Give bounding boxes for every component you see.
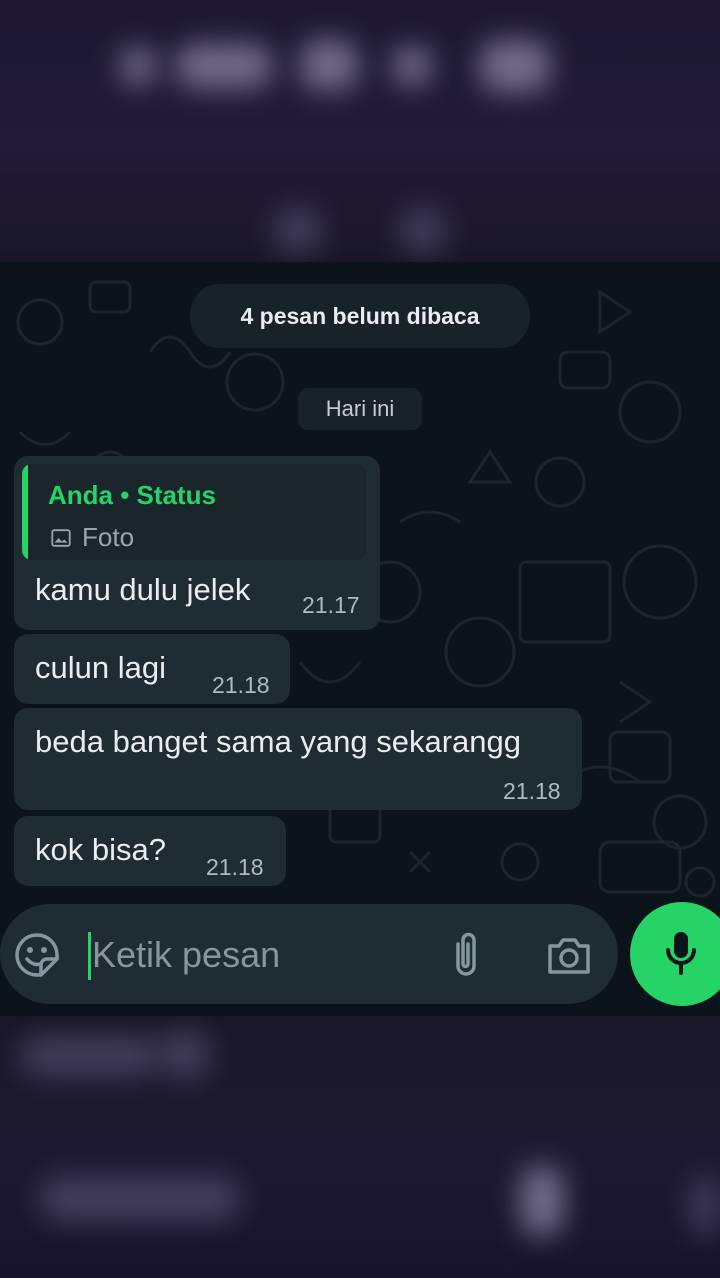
quote-title: Anda • Status	[48, 480, 217, 510]
date-chip-label: Hari ini	[325, 396, 395, 421]
message-bubble[interactable]: beda banget sama yang sekarangg 21.18	[14, 708, 582, 810]
blur-shape	[40, 1176, 240, 1222]
attach-icon[interactable]	[448, 930, 484, 980]
message-bubble[interactable]: culun lagi 21.18	[14, 634, 290, 704]
message-bubble[interactable]: Anda • Status Foto kamu dulu jelek 21.17	[14, 456, 380, 630]
message-bubble[interactable]: kok bisa? 21.18	[14, 816, 286, 886]
camera-icon[interactable]	[546, 936, 592, 976]
message-time: 21.18	[206, 854, 264, 880]
blur-shape	[520, 1166, 564, 1236]
blur-shape	[480, 40, 550, 92]
blur-shape	[400, 208, 446, 252]
chat-area[interactable]: 4 pesan belum dibaca Hari ini Anda • Sta…	[0, 262, 720, 1016]
quote-subtitle-label: Foto	[82, 522, 135, 552]
message-text: culun lagi	[35, 650, 166, 685]
message-text: beda banget sama yang sekarangg	[35, 724, 522, 759]
image-icon	[51, 528, 71, 547]
message-text: kok bisa?	[35, 832, 166, 867]
message-time: 21.17	[302, 592, 360, 618]
blur-shape	[176, 44, 272, 88]
message-time: 21.18	[212, 672, 270, 698]
unread-messages-banner: 4 pesan belum dibaca	[190, 284, 530, 348]
text-caret	[88, 932, 91, 980]
quote-subtitle: Foto	[50, 522, 134, 553]
blur-shape	[392, 46, 432, 86]
quoted-status[interactable]: Anda • Status Foto	[22, 464, 366, 560]
blur-shape	[120, 46, 156, 86]
quote-accent-bar	[22, 464, 28, 560]
blur-shape	[690, 1176, 720, 1236]
unread-messages-label: 4 pesan belum dibaca	[240, 302, 480, 329]
blurred-background-top	[0, 0, 720, 262]
message-time: 21.18	[503, 778, 561, 804]
blur-shape	[160, 1030, 210, 1078]
blur-shape	[20, 1036, 160, 1076]
mic-icon	[666, 932, 696, 975]
blur-shape	[300, 40, 358, 90]
message-text: kamu dulu jelek	[35, 572, 251, 607]
blur-shape	[274, 208, 322, 252]
message-input-placeholder: Ketik pesan	[92, 934, 281, 975]
date-chip: Hari ini	[298, 388, 422, 430]
blurred-background-bottom	[0, 1016, 720, 1278]
sticker-icon[interactable]	[14, 932, 60, 978]
message-input[interactable]: Ketik pesan	[88, 928, 418, 980]
message-composer: Ketik pesan	[0, 904, 618, 1004]
